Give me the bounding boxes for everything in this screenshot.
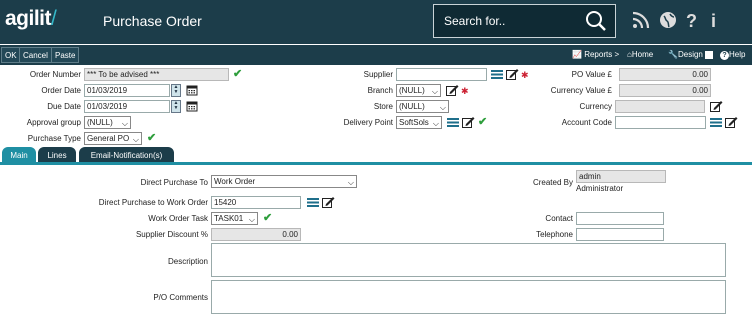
ok-button[interactable]: OK <box>1 47 21 63</box>
check-icon: ✔ <box>147 132 157 144</box>
direct-purchase-to-label: Direct Purchase To <box>140 178 208 187</box>
direct-purchase-wo-label: Direct Purchase to Work Order <box>98 198 208 207</box>
supplier-field[interactable] <box>396 68 487 81</box>
order-date-spinner[interactable]: ▲ ▼ <box>171 84 181 97</box>
paste-button[interactable]: Paste <box>51 47 80 63</box>
created-by-label: Created By <box>532 178 573 187</box>
edit-icon[interactable] <box>725 116 738 130</box>
globe-icon[interactable] <box>659 11 679 31</box>
tab-lines[interactable]: Lines <box>38 147 76 162</box>
search-icon[interactable] <box>585 10 607 34</box>
description-textarea[interactable] <box>211 243 726 277</box>
help-button[interactable]: ? Help <box>717 47 748 63</box>
order-number-field: *** To be advised *** <box>84 68 229 81</box>
direct-purchase-wo-field[interactable]: 15420 <box>211 196 301 209</box>
tab-email-notifications[interactable]: Email-Notification(s) <box>79 147 174 162</box>
check-icon: ✔ <box>478 116 488 128</box>
chevron-down-icon: ⌵ <box>248 215 255 224</box>
telephone-label: Telephone <box>536 230 573 239</box>
store-label: Store <box>373 102 393 111</box>
account-code-label: Account Code <box>561 118 612 127</box>
wrench-icon: 🔧 <box>668 50 678 59</box>
help-icon[interactable]: ? <box>686 11 706 31</box>
direct-purchase-to-select[interactable]: Work Order ⌵ <box>211 175 357 188</box>
supplier-discount-field: 0.00 <box>211 228 301 241</box>
chevron-down-icon: ⌵ <box>432 119 439 128</box>
created-by-name: Administrator <box>576 184 624 193</box>
purchase-type-select[interactable]: General PO ⌵ <box>84 132 142 145</box>
approval-group-label: Approval group <box>26 118 81 127</box>
po-comments-textarea[interactable] <box>211 280 726 314</box>
po-value-label: PO Value £ <box>571 70 612 79</box>
store-select[interactable]: (NULL) ⌵ <box>396 100 449 113</box>
search-box[interactable]: Search for.. <box>433 4 616 38</box>
check-icon: ✔ <box>233 68 243 80</box>
approval-group-select[interactable]: (NULL) ⌵ <box>84 116 131 129</box>
wo-task-select[interactable]: TASK01 ⌵ <box>211 212 258 225</box>
account-code-field[interactable] <box>615 116 706 129</box>
search-input[interactable]: Search for.. <box>444 14 505 28</box>
app-header: agilit/ Purchase Order Search for.. ? i <box>0 0 752 44</box>
currency-field <box>615 100 705 113</box>
currency-label: Currency <box>579 102 612 111</box>
tab-underline <box>0 162 752 165</box>
chevron-down-icon: ⌵ <box>132 135 139 144</box>
edit-icon[interactable] <box>506 68 519 82</box>
rss-icon[interactable] <box>632 11 652 31</box>
chevron-down-icon: ⌵ <box>121 119 128 128</box>
calendar-icon[interactable] <box>186 84 198 98</box>
edit-icon[interactable] <box>322 196 335 210</box>
check-icon: ✔ <box>263 212 273 224</box>
chevron-down-icon: ⌵ <box>347 178 354 187</box>
delivery-point-select[interactable]: SoftSols ⌵ <box>396 116 442 129</box>
description-label: Description <box>167 257 208 266</box>
design-button[interactable]: 🔧Design <box>665 47 716 63</box>
edit-icon[interactable] <box>462 116 475 130</box>
po-comments-label: P/O Comments <box>153 293 208 302</box>
edit-icon[interactable] <box>446 84 459 98</box>
cancel-button[interactable]: Cancel <box>19 47 52 63</box>
currency-value-label: Currency Value £ <box>550 86 612 95</box>
branch-label: Branch <box>367 86 393 95</box>
home-button[interactable]: ⌂Home <box>624 47 656 63</box>
due-date-field[interactable]: 01/03/2019 <box>84 100 170 113</box>
edit-icon[interactable] <box>710 100 723 114</box>
app-logo[interactable]: agilit/ <box>5 7 57 31</box>
contact-field[interactable] <box>576 212 664 225</box>
question-circle-icon: ? <box>720 51 729 60</box>
purchase-type-label: Purchase Type <box>27 134 81 143</box>
branch-select[interactable]: (NULL) ⌵ <box>396 84 441 97</box>
design-checkbox[interactable] <box>704 50 713 59</box>
toolbar: OK Cancel Paste 📈 Reports > ⌂Home 🔧Desig… <box>0 45 752 65</box>
chevron-down-icon: ⌵ <box>439 103 446 112</box>
supplier-label: Supplier <box>363 70 393 79</box>
wo-task-label: Work Order Task <box>148 214 208 223</box>
chart-icon: 📈 <box>572 50 582 59</box>
supplier-discount-label: Supplier Discount % <box>135 230 208 239</box>
due-date-spinner[interactable]: ▲ ▼ <box>171 100 181 113</box>
order-number-label: Order Number <box>29 70 81 79</box>
due-date-label: Due Date <box>47 102 81 111</box>
required-asterisk: ✱ <box>461 86 469 96</box>
created-by-field: admin <box>576 170 666 183</box>
calendar-icon[interactable] <box>186 100 198 114</box>
list-icon[interactable] <box>710 117 722 130</box>
delivery-point-label: Delivery Point <box>343 118 393 127</box>
list-icon[interactable] <box>491 69 503 82</box>
chevron-down-icon: ⌵ <box>431 87 438 96</box>
currency-value-field: 0.00 <box>619 84 711 97</box>
info-icon[interactable]: i <box>711 11 731 31</box>
tab-main[interactable]: Main <box>2 147 36 162</box>
list-icon[interactable] <box>447 117 459 130</box>
list-icon[interactable] <box>307 197 319 210</box>
reports-button[interactable]: 📈 Reports > <box>569 47 622 63</box>
order-date-label: Order Date <box>41 86 81 95</box>
po-value-field: 0.00 <box>619 68 711 81</box>
order-date-field[interactable]: 01/03/2019 <box>84 84 170 97</box>
page-title: Purchase Order <box>103 13 202 29</box>
required-asterisk: ✱ <box>521 70 529 80</box>
contact-label: Contact <box>545 214 573 223</box>
telephone-field[interactable] <box>576 228 664 241</box>
